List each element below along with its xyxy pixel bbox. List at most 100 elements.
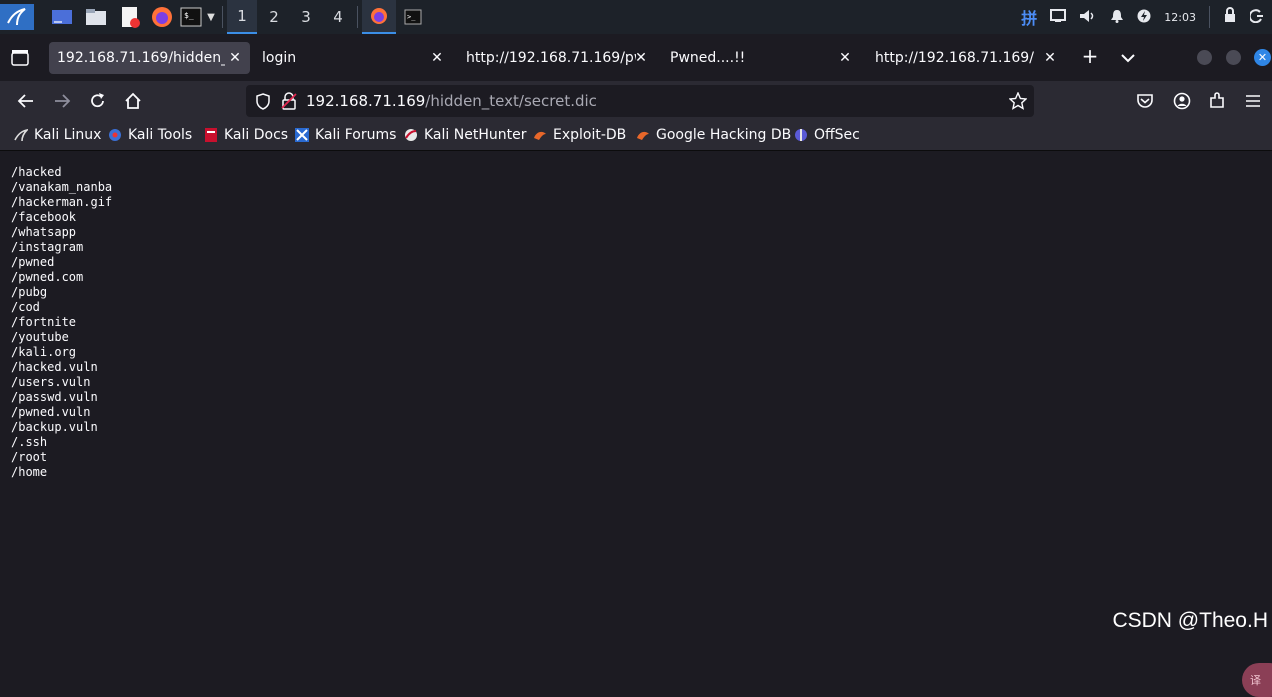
logout-icon[interactable]	[1248, 8, 1264, 27]
csdn-watermark: CSDN @Theo.H	[1112, 609, 1268, 632]
bookmark-label: Kali Tools	[128, 127, 193, 143]
file-line: /home	[11, 465, 48, 479]
close-icon[interactable]: ✕	[226, 49, 244, 67]
svg-text:$_: $_	[184, 11, 194, 20]
close-icon[interactable]: ✕	[428, 49, 446, 67]
close-icon[interactable]: ✕	[632, 49, 650, 67]
tracking-protection-shield-icon[interactable]	[255, 93, 271, 114]
url-bar[interactable]: 192.168.71.169/hidden_text/secret.dic	[246, 85, 1034, 117]
list-all-tabs-button[interactable]	[1120, 49, 1140, 65]
bookmark-kali-docs[interactable]: Kali Docs	[204, 127, 288, 143]
bookmark-label: Kali Linux	[34, 127, 102, 143]
file-line: /passwd.vuln	[11, 390, 98, 404]
svg-text:>_: >_	[407, 13, 416, 21]
bookmark-label: Kali Docs	[224, 127, 289, 143]
show-desktop-icon[interactable]	[48, 4, 76, 30]
bookmark-exploit-db[interactable]: Exploit-DB	[533, 127, 626, 143]
file-line: /instagram	[11, 240, 84, 254]
file-line: /users.vuln	[11, 375, 91, 389]
workspace-3[interactable]: 3	[291, 0, 321, 34]
tab-pwned[interactable]: Pwned....!! ✕	[662, 42, 860, 74]
bookmark-kali-linux[interactable]: Kali Linux	[14, 127, 101, 143]
svg-text:译: 译	[1250, 674, 1261, 687]
network-icon[interactable]	[1050, 8, 1067, 27]
url-text: 192.168.71.169/hidden_text/secret.dic	[306, 92, 597, 110]
terminal-launcher-icon[interactable]: $_	[178, 4, 204, 30]
file-line: /pwned	[11, 255, 55, 269]
notification-bell-icon[interactable]	[1110, 8, 1124, 27]
input-method-indicator[interactable]: 拼	[1021, 5, 1037, 29]
workspace-1[interactable]: 1	[227, 0, 257, 34]
power-status-icon[interactable]	[1137, 8, 1151, 27]
new-tab-button[interactable]: +	[1080, 46, 1100, 66]
bookmark-label: Kali NetHunter	[424, 127, 527, 143]
extensions-icon[interactable]	[1205, 89, 1229, 113]
taskbar-separator	[1209, 6, 1210, 28]
terminal-window-icon[interactable]: >_	[396, 4, 430, 30]
tab-title: http://192.168.71.169/	[875, 50, 1034, 66]
bookmark-kali-forums[interactable]: Kali Forums	[295, 127, 396, 143]
exploit-db-icon	[534, 131, 546, 140]
bookmark-google-hacking-db[interactable]: Google Hacking DB	[636, 127, 791, 143]
insecure-lock-icon[interactable]	[281, 92, 297, 114]
bookmark-label: Kali Forums	[315, 127, 397, 143]
workspace-4[interactable]: 4	[323, 0, 353, 34]
pocket-icon[interactable]	[1133, 89, 1157, 113]
page-content: /hacked/vanakam_nanba/hackerman.gif/face…	[0, 151, 1272, 697]
lock-screen-icon[interactable]	[1223, 7, 1237, 27]
file-line: /cod	[11, 300, 40, 314]
tab-secret-dic[interactable]: 192.168.71.169/hidden_text/secret.dic ✕	[49, 42, 250, 74]
file-line: /kali.org	[11, 345, 77, 359]
chevron-down-icon[interactable]: ▼	[204, 4, 218, 30]
close-icon[interactable]: ✕	[1041, 49, 1059, 67]
file-line: /hackerman.gif	[11, 195, 113, 209]
bookmark-label: OffSec	[814, 127, 860, 143]
file-line: /pwned.vuln	[11, 405, 91, 419]
file-line: /.ssh	[11, 435, 48, 449]
file-line: /backup.vuln	[11, 420, 98, 434]
tab-pwned-com[interactable]: http://192.168.71.169/pwned.com ✕	[458, 42, 656, 74]
file-line: /pubg	[11, 285, 48, 299]
kali-dragon-icon	[14, 128, 28, 142]
file-line: /facebook	[11, 210, 77, 224]
close-window-button[interactable]: ✕	[1254, 49, 1271, 66]
translate-float-button[interactable]: 译	[1242, 663, 1272, 697]
file-line: /hacked.vuln	[11, 360, 98, 374]
url-host: 192.168.71.169	[306, 92, 426, 110]
maximize-window-button[interactable]	[1226, 50, 1241, 65]
bookmark-offsec[interactable]: OffSec	[794, 127, 860, 143]
volume-icon[interactable]	[1079, 8, 1097, 27]
tab-login[interactable]: login ✕	[254, 42, 452, 74]
taskbar-separator	[222, 6, 223, 28]
kali-menu-icon[interactable]	[0, 4, 34, 30]
bookmark-kali-tools[interactable]: Kali Tools	[108, 127, 192, 143]
bookmark-kali-nethunter[interactable]: Kali NetHunter	[404, 127, 526, 143]
clock[interactable]: 12:03	[1164, 11, 1196, 24]
minimize-window-button[interactable]	[1197, 50, 1212, 65]
nethunter-icon	[405, 129, 417, 141]
hamburger-menu-icon[interactable]	[1241, 89, 1265, 113]
file-line: /pwned.com	[11, 270, 84, 284]
workspace-2[interactable]: 2	[259, 0, 289, 34]
tab-title: http://192.168.71.169/pwned.com	[466, 50, 636, 66]
close-icon[interactable]: ✕	[836, 49, 854, 67]
forward-button[interactable]	[50, 89, 74, 113]
home-button[interactable]	[121, 89, 145, 113]
firefox-launcher-icon[interactable]	[148, 4, 176, 30]
tab-title: 192.168.71.169/hidden_text/secret.dic	[57, 50, 225, 66]
account-icon[interactable]	[1170, 89, 1194, 113]
ghdb-icon	[637, 131, 649, 140]
reload-button[interactable]	[86, 89, 110, 113]
kali-forums-icon	[295, 128, 309, 142]
firefox-window-icon[interactable]	[362, 0, 396, 34]
bookmark-star-icon[interactable]	[1008, 91, 1028, 114]
firefox-view-button[interactable]	[10, 49, 34, 69]
offsec-icon	[795, 129, 807, 141]
back-button[interactable]	[14, 89, 38, 113]
file-line: /hacked	[11, 165, 62, 179]
file-manager-icon[interactable]	[82, 4, 110, 30]
file-line: /whatsapp	[11, 225, 77, 239]
text-editor-icon[interactable]	[116, 4, 144, 30]
tab-title: Pwned....!!	[670, 50, 746, 66]
tab-root-site[interactable]: http://192.168.71.169/ ✕	[867, 42, 1065, 74]
